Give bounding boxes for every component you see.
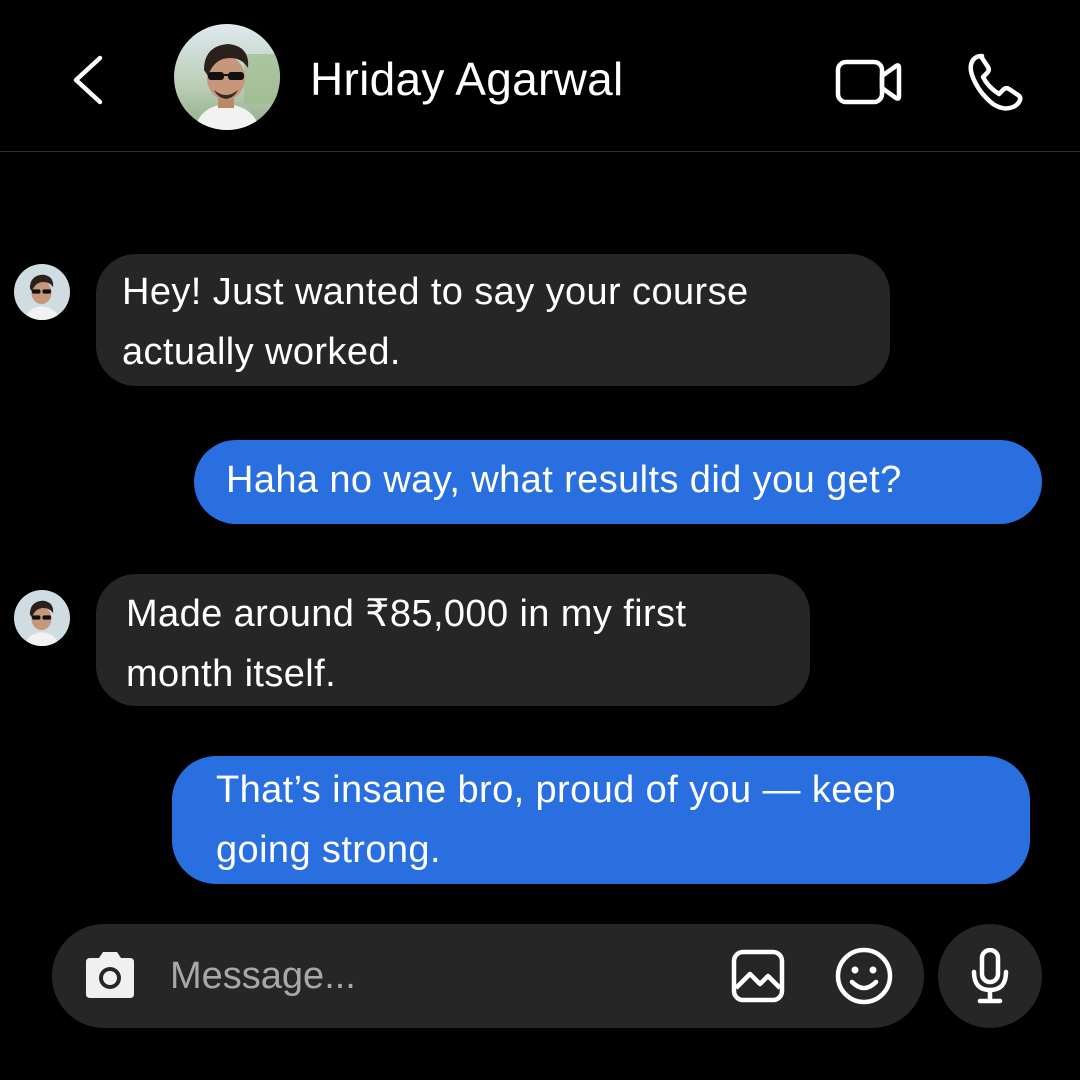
outgoing-message[interactable]: Haha no way, what results did you get? bbox=[194, 440, 1042, 524]
avatar-photo bbox=[174, 24, 280, 130]
voice-message-button[interactable] bbox=[938, 924, 1042, 1028]
microphone-icon bbox=[971, 948, 1009, 1004]
avatar-photo bbox=[14, 590, 70, 646]
chat-screen: Hriday Agarwal Hey! Just wanted to say y… bbox=[0, 0, 1080, 1080]
incoming-message[interactable]: Made around ₹85,000 in my first month it… bbox=[96, 574, 810, 706]
video-camera-icon bbox=[835, 59, 902, 105]
chevron-left-icon bbox=[73, 55, 103, 105]
avatar-photo bbox=[14, 264, 70, 320]
outgoing-message[interactable]: That’s insane bro, proud of you — keep g… bbox=[172, 756, 1030, 884]
image-icon bbox=[731, 949, 785, 1003]
message-text: Hey! Just wanted to say your course actu… bbox=[122, 271, 749, 373]
camera-button[interactable] bbox=[80, 948, 140, 1004]
incoming-message[interactable]: Hey! Just wanted to say your course actu… bbox=[96, 254, 890, 386]
message-text: That’s insane bro, proud of you — keep g… bbox=[216, 769, 896, 871]
sender-avatar[interactable] bbox=[14, 590, 70, 646]
contact-name[interactable]: Hriday Agarwal bbox=[310, 52, 624, 106]
contact-avatar[interactable] bbox=[174, 24, 280, 130]
camera-icon bbox=[86, 952, 134, 998]
gallery-button[interactable] bbox=[728, 948, 788, 1004]
phone-icon bbox=[968, 53, 1023, 111]
emoji-button[interactable] bbox=[832, 944, 896, 1008]
message-text: Made around ₹85,000 in my first month it… bbox=[126, 593, 687, 695]
back-button[interactable] bbox=[62, 50, 118, 110]
video-call-button[interactable] bbox=[832, 52, 904, 112]
sender-avatar[interactable] bbox=[14, 264, 70, 320]
message-text: Haha no way, what results did you get? bbox=[226, 459, 902, 501]
voice-call-button[interactable] bbox=[964, 48, 1030, 114]
message-composer bbox=[52, 924, 924, 1028]
chat-header: Hriday Agarwal bbox=[0, 0, 1080, 152]
message-input[interactable] bbox=[170, 944, 690, 1008]
smiley-icon bbox=[835, 947, 893, 1005]
